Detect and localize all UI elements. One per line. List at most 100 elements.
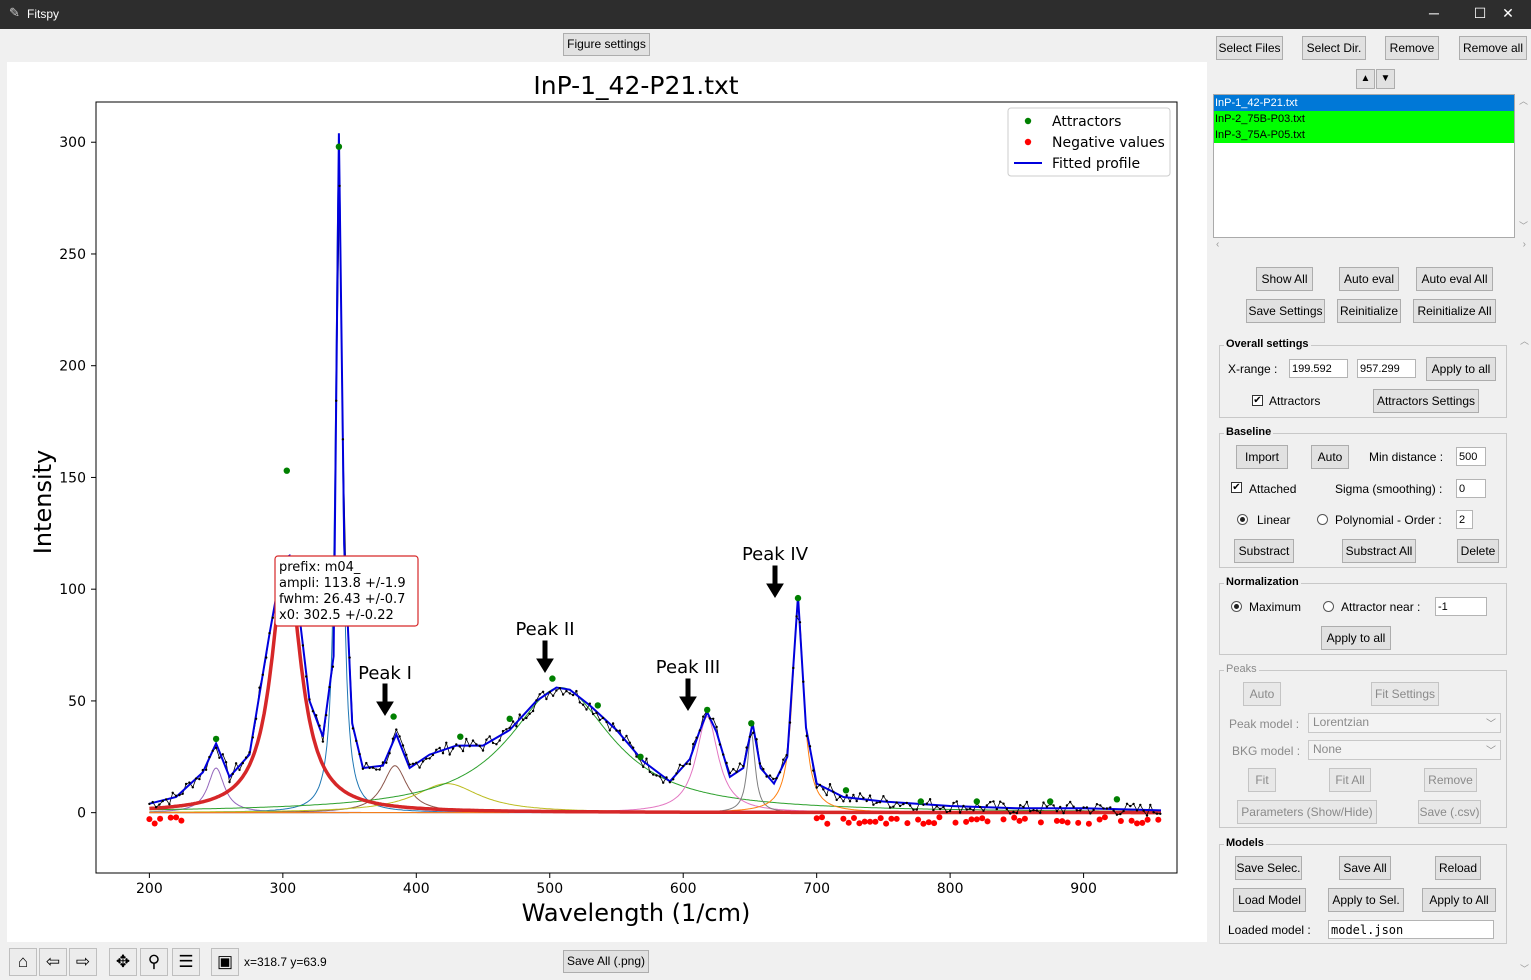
raw-data-point [622,738,625,742]
bkg-model-select[interactable]: None ﹀ [1308,740,1501,760]
reinitialize-all-button[interactable]: Reinitialize All [1413,299,1496,323]
negative-value-point [178,817,185,824]
auto-eval-all-button[interactable]: Auto eval All [1416,267,1493,291]
file-item[interactable]: InP-3_75A-P05.txt [1214,127,1514,143]
raw-data-point [1005,807,1008,811]
raw-data-point [1092,808,1095,812]
xrange-apply-to-all-button[interactable]: Apply to all [1426,357,1496,381]
raw-data-point [558,687,561,690]
move-down-button[interactable]: ▼ [1376,69,1395,89]
raw-data-point [508,726,511,729]
raw-data-point [625,734,628,738]
attractors-checkbox[interactable]: ✔ [1252,395,1263,406]
baseline-import-button[interactable]: Import [1236,445,1288,469]
raw-data-point [658,775,662,778]
file-list-scrollbar[interactable]: ︿ ﹀ [1518,94,1529,238]
remove-file-button[interactable]: Remove [1385,36,1439,60]
parameters-show-hide-button[interactable]: Parameters (Show/Hide) [1237,800,1377,824]
raw-data-point [254,717,258,720]
raw-data-point [158,803,161,806]
raw-data-point [765,775,768,778]
linear-radio[interactable] [1237,514,1248,525]
file-list[interactable]: InP-1_42-P21.txt InP-2_75B-P03.txt InP-3… [1213,94,1515,238]
attractor-near-input[interactable]: -1 [1435,597,1487,616]
raw-data-point [1112,809,1115,812]
save-settings-button[interactable]: Save Settings [1246,299,1325,323]
attractor-near-radio[interactable] [1323,601,1334,612]
x-range-max-input[interactable]: 957.299 [1357,359,1416,378]
peaks-remove-button[interactable]: Remove [1424,768,1477,792]
file-list-hscrollbar[interactable]: ‹ › [1213,239,1529,251]
raw-data-point [1032,809,1035,812]
reinitialize-button[interactable]: Reinitialize [1337,299,1401,323]
fit-all-button[interactable]: Fit All [1329,768,1371,792]
save-figure-icon[interactable]: ▣ [211,948,239,976]
file-item[interactable]: InP-2_75B-P03.txt [1214,111,1514,127]
models-apply-to-all-button[interactable]: Apply to All [1422,888,1496,912]
plot-canvas[interactable]: InP-1_42-P21.txt Wavelength (1/cm) Inten… [7,62,1207,942]
negative-value-point [1016,817,1023,824]
raw-data-point [1079,809,1082,812]
raw-data-point [491,741,495,745]
raw-data-point [999,800,1002,803]
fit-settings-button[interactable]: Fit Settings [1371,682,1439,706]
attractors-settings-button[interactable]: Attractors Settings [1373,389,1479,413]
save-all-png-button[interactable]: Save All (.png) [563,950,649,973]
sigma-input[interactable]: 0 [1456,479,1486,498]
move-up-button[interactable]: ▲ [1356,69,1375,89]
raw-data-point [611,722,615,725]
raw-data-point [548,690,551,694]
select-dir-button[interactable]: Select Dir. [1302,36,1366,60]
figure-settings-button[interactable]: Figure settings [563,33,650,56]
substract-button[interactable]: Substract [1234,539,1294,563]
peaks-auto-button[interactable]: Auto [1243,682,1281,706]
maximum-radio[interactable] [1231,601,1242,612]
min-distance-input[interactable]: 500 [1456,447,1486,466]
window-title: Fitspy [27,7,60,21]
home-icon[interactable]: ⌂ [9,948,37,976]
models-save-all-button[interactable]: Save All [1339,856,1391,880]
polynomial-order-input[interactable]: 2 [1456,510,1473,529]
raw-data-point [405,753,408,756]
select-files-button[interactable]: Select Files [1216,36,1283,60]
fit-button[interactable]: Fit [1248,768,1276,792]
negative-value-point [904,820,911,827]
configure-subplots-icon[interactable]: ☰ [172,948,200,976]
negative-value-point [883,820,890,827]
apply-to-sel-button[interactable]: Apply to Sel. [1328,888,1404,912]
back-icon[interactable]: ⇦ [39,948,67,976]
save-csv-button[interactable]: Save (.csv) [1418,800,1481,824]
show-all-button[interactable]: Show All [1256,267,1313,291]
raw-data-point [728,771,732,775]
raw-data-point [418,766,421,769]
raw-data-point [585,708,588,711]
peak-model-select[interactable]: Lorentzian ﹀ [1308,713,1501,733]
load-model-button[interactable]: Load Model [1233,888,1306,912]
minimize-button[interactable]: ─ [1411,0,1457,29]
baseline-delete-button[interactable]: Delete [1457,539,1499,563]
remove-all-files-button[interactable]: Remove all [1459,36,1527,60]
file-item-selected[interactable]: InP-1_42-P21.txt [1214,95,1514,111]
save-selec-button[interactable]: Save Selec. [1235,856,1302,880]
raw-data-point [154,806,158,809]
reload-button[interactable]: Reload [1435,856,1481,880]
raw-data-point [672,778,675,781]
raw-data-point [1012,810,1015,814]
tooltip-prefix: prefix: m04_ [279,560,361,575]
substract-all-button[interactable]: Substract All [1342,539,1416,563]
raw-data-point [258,686,261,689]
attached-checkbox[interactable]: ✔ [1231,482,1242,493]
forward-icon[interactable]: ⇨ [69,948,97,976]
x-range-min-input[interactable]: 199.592 [1289,359,1348,378]
negative-value-point [1155,816,1162,823]
raw-data-point [368,766,371,770]
raw-data-point [645,757,648,760]
pan-icon[interactable]: ✥ [109,948,137,976]
polynomial-radio[interactable] [1317,514,1328,525]
panel-scrollbar[interactable]: ︿ ﹀ [1519,334,1530,974]
baseline-auto-button[interactable]: Auto [1311,445,1349,469]
normalization-apply-to-all-button[interactable]: Apply to all [1321,626,1391,650]
auto-eval-button[interactable]: Auto eval [1339,267,1399,291]
zoom-icon[interactable]: ⚲ [140,948,168,976]
close-button[interactable]: ✕ [1485,0,1531,29]
